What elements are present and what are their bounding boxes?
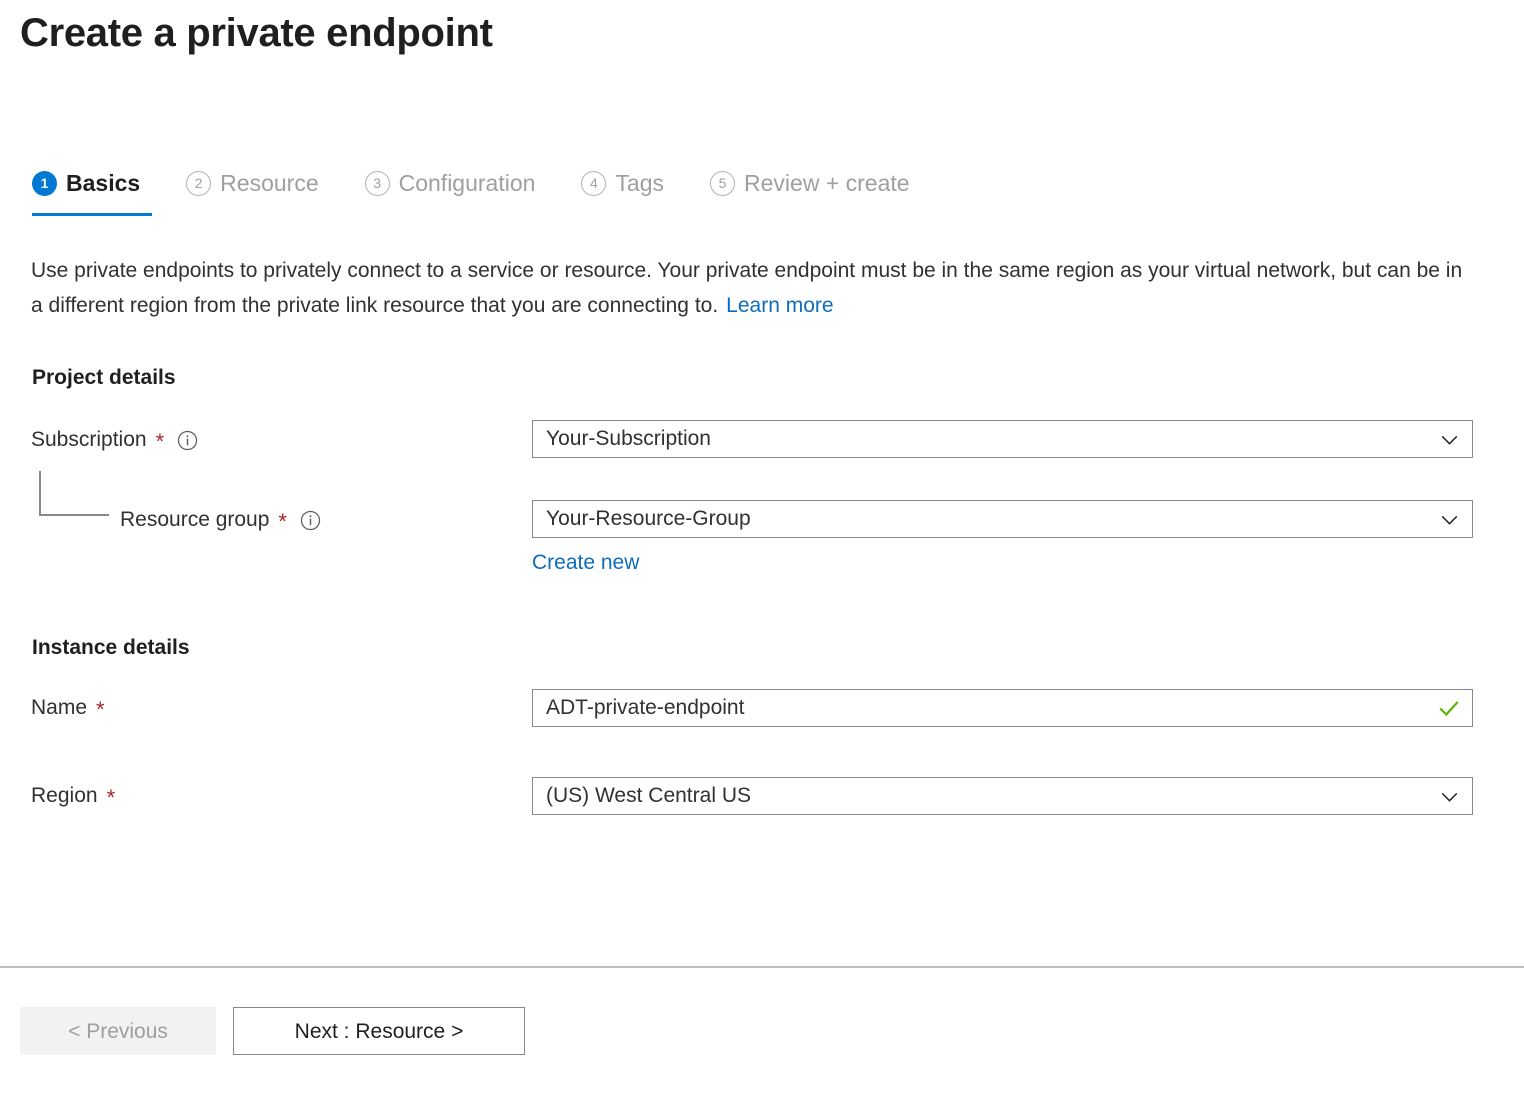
footer-divider (0, 966, 1524, 968)
chevron-down-icon (1441, 435, 1458, 445)
resource-group-select[interactable]: Your-Resource-Group (532, 500, 1473, 538)
region-select[interactable]: (US) West Central US (532, 777, 1473, 815)
tab-label: Resource (220, 170, 319, 196)
region-label-text: Region (31, 784, 98, 807)
instance-details-heading: Instance details (32, 636, 190, 659)
tab-review-create[interactable]: 5 Review + create (710, 166, 910, 200)
tab-label: Tags (615, 170, 665, 196)
next-resource-button[interactable]: Next : Resource > (233, 1007, 525, 1055)
description-text: Use private endpoints to privately conne… (31, 253, 1471, 323)
tab-number-badge: 2 (186, 170, 212, 196)
subscription-label: Subscription * (31, 426, 198, 454)
tab-label: Configuration (398, 170, 536, 196)
chevron-down-icon (1441, 515, 1458, 525)
resource-group-label-text: Resource group (120, 508, 270, 531)
info-icon[interactable] (177, 430, 198, 451)
chevron-down-icon (1441, 792, 1458, 802)
name-label: Name * (31, 694, 105, 722)
subscription-select[interactable]: Your-Subscription (532, 420, 1473, 458)
tab-resource[interactable]: 2 Resource (186, 166, 319, 200)
tab-configuration[interactable]: 3 Configuration (364, 166, 536, 200)
info-icon[interactable] (300, 510, 321, 531)
tab-number-badge: 3 (364, 170, 390, 196)
tab-number-badge: 5 (710, 170, 736, 196)
resource-group-label: Resource group * (120, 506, 321, 534)
name-value: ADT-private-endpoint (546, 696, 745, 719)
region-label: Region * (31, 782, 115, 810)
wizard-tab-list: 1 Basics 2 Resource 3 Configuration 4 Ta… (32, 166, 910, 218)
page-title: Create a private endpoint (20, 11, 493, 55)
tab-label: Basics (66, 170, 141, 196)
tab-label: Review + create (744, 170, 910, 196)
required-indicator: * (278, 509, 287, 534)
active-tab-indicator (32, 213, 152, 216)
tab-basics[interactable]: 1 Basics (32, 166, 152, 216)
required-indicator: * (106, 785, 116, 810)
tab-number-badge: 1 (32, 170, 57, 196)
subscription-label-text: Subscription (31, 428, 147, 451)
name-input[interactable]: ADT-private-endpoint (532, 689, 1473, 727)
field-hierarchy-connector (39, 471, 109, 516)
tab-tags[interactable]: 4 Tags (581, 166, 664, 200)
required-indicator: * (155, 429, 165, 454)
tab-number-badge: 4 (581, 170, 607, 196)
resource-group-value: Your-Resource-Group (546, 507, 751, 530)
project-details-heading: Project details (32, 366, 176, 389)
learn-more-link[interactable]: Learn more (726, 294, 833, 317)
create-new-resource-group-link[interactable]: Create new (532, 549, 639, 577)
region-value: (US) West Central US (546, 784, 751, 807)
name-label-text: Name (31, 696, 88, 719)
wizard-footer: < Previous Next : Resource > (20, 1007, 525, 1055)
subscription-value: Your-Subscription (546, 427, 711, 450)
previous-button[interactable]: < Previous (20, 1007, 216, 1055)
required-indicator: * (96, 697, 105, 722)
checkmark-icon (1439, 701, 1459, 717)
